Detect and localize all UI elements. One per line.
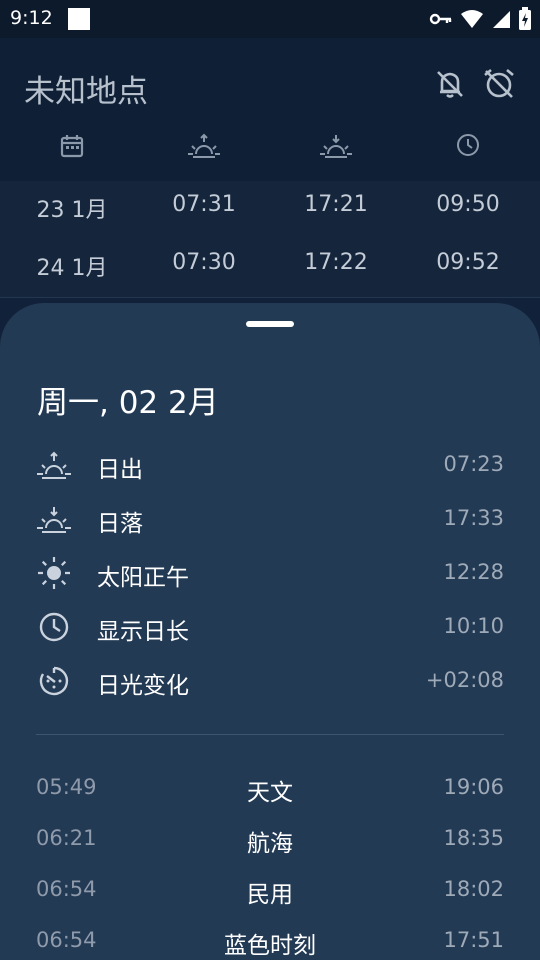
- detail-value: 17:33: [443, 506, 504, 530]
- twilight-label: 天文: [247, 780, 293, 806]
- row-sunrise: 07:30: [172, 250, 236, 275]
- sun-icon: [38, 557, 70, 589]
- twilight-start: 06:54: [36, 877, 97, 901]
- twilight-label: 民用: [247, 882, 293, 908]
- twilight-label: 航海: [247, 831, 293, 857]
- timer-icon: [39, 666, 69, 696]
- twilight-end: 19:06: [443, 775, 504, 799]
- detail-label: 日落: [97, 511, 143, 537]
- table-row[interactable]: 23 1月 07:31 17:21 09:50: [0, 181, 540, 240]
- detail-value: 10:10: [443, 614, 504, 638]
- calendar-icon: [60, 135, 84, 158]
- twilight-start: 06:54: [36, 928, 97, 952]
- detail-label: 太阳正午: [97, 565, 189, 591]
- alarm-off-icon[interactable]: [482, 67, 516, 101]
- page-title: 未知地点: [24, 74, 148, 110]
- detail-value: 12:28: [443, 560, 504, 584]
- clock-icon: [457, 134, 479, 156]
- clock-icon: [39, 612, 69, 642]
- twilight-row-blue-hour: 06:54 蓝色时刻 17:51: [36, 922, 504, 960]
- detail-row-sunset: 日落 17:33: [36, 499, 504, 539]
- row-date: 23 1月: [36, 198, 108, 223]
- bottom-sheet: 周一, 02 2月 日出 07:23 日落 17:33 太阳正午 12:28 显…: [0, 303, 540, 960]
- battery-icon: [519, 7, 531, 30]
- twilight-start: 05:49: [36, 775, 97, 799]
- twilight-end: 17:51: [443, 928, 504, 952]
- status-bar: 9:12: [0, 0, 540, 38]
- status-icons: [429, 6, 532, 32]
- app-bar: 未知地点: [0, 38, 540, 186]
- notification-icon: [68, 8, 90, 30]
- wifi-icon: [461, 10, 483, 28]
- sunset-icon: [37, 507, 71, 533]
- detail-row-day-length: 显示日长 10:10: [36, 607, 504, 647]
- twilight-end: 18:35: [443, 826, 504, 850]
- row-sunrise: 07:31: [172, 192, 236, 217]
- twilight-row-civil: 06:54 民用 18:02: [36, 871, 504, 911]
- detail-value: 07:23: [443, 452, 504, 476]
- sunrise-icon: [188, 133, 220, 158]
- divider: [36, 734, 504, 735]
- vpn-key-icon: [429, 13, 452, 25]
- status-time: 9:12: [10, 7, 53, 29]
- row-sunset: 17:21: [304, 192, 368, 217]
- detail-row-sunrise: 日出 07:23: [36, 445, 504, 485]
- row-sunset: 17:22: [304, 250, 368, 275]
- twilight-label: 蓝色时刻: [224, 933, 316, 959]
- row-day-length: 09:50: [436, 192, 500, 217]
- sunrise-icon: [37, 451, 71, 479]
- signal-icon: [493, 11, 510, 28]
- sunset-icon: [320, 135, 352, 158]
- detail-value: +02:08: [425, 668, 504, 692]
- detail-label: 日光变化: [97, 673, 189, 699]
- detail-label: 显示日长: [97, 619, 189, 645]
- twilight-end: 18:02: [443, 877, 504, 901]
- detail-row-daylight-change: 日光变化 +02:08: [36, 661, 504, 701]
- row-date: 24 1月: [36, 256, 108, 281]
- twilight-start: 06:21: [36, 826, 97, 850]
- twilight-row-astronomical: 05:49 天文 19:06: [36, 769, 504, 809]
- detail-row-solar-noon: 太阳正午 12:28: [36, 553, 504, 593]
- detail-label: 日出: [97, 457, 143, 483]
- table-row[interactable]: 24 1月 07:30 17:22 09:52: [0, 239, 540, 298]
- twilight-row-nautical: 06:21 航海 18:35: [36, 820, 504, 860]
- sheet-date: 周一, 02 2月: [37, 385, 219, 421]
- drag-handle[interactable]: [246, 321, 294, 327]
- row-day-length: 09:52: [436, 250, 500, 275]
- bell-off-icon[interactable]: [433, 67, 467, 101]
